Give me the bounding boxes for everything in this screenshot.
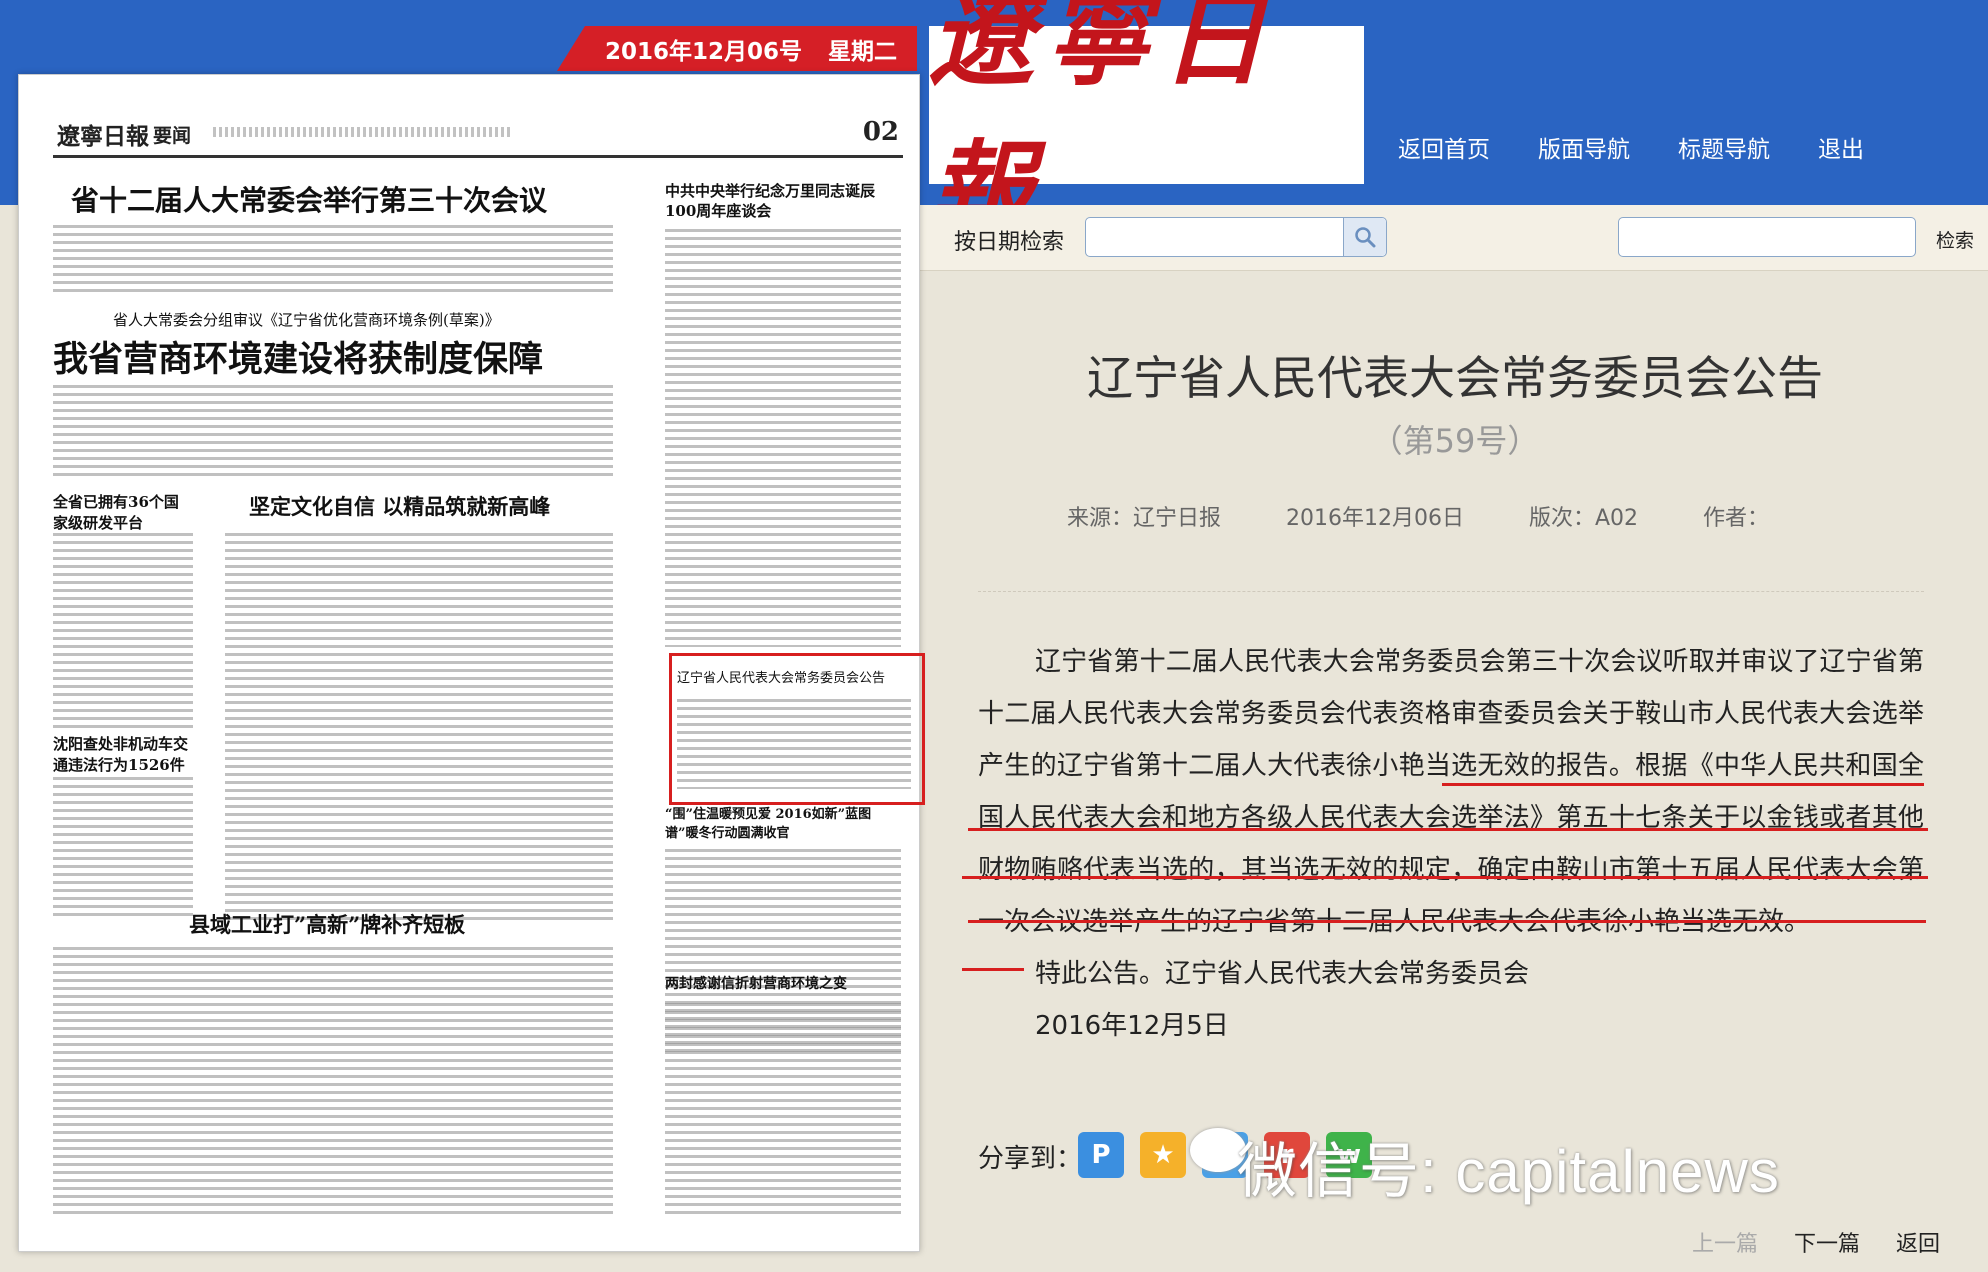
headline-county-industry[interactable]: 县域工业打”高新”牌补齐短板 [189,909,465,939]
annotation-underline [1442,783,1924,786]
annotation-underline [968,828,1928,831]
masthead-fineprint [213,127,513,137]
date-search-input[interactable] [1094,218,1338,254]
headline-warm-winter[interactable]: “围”住温暖预见爱 2016如新”蓝图谱”暖冬行动圆满收官 [665,805,901,843]
nav-layout[interactable]: 版面导航 [1538,130,1630,164]
nav-exit[interactable]: 退出 [1818,130,1864,164]
page-masthead: 遼寧日報 要闻 02 [53,113,903,158]
search-bar: 按日期检索 检索 [920,205,1988,271]
text-block [53,777,193,921]
newspaper-page: 遼寧日報 要闻 02 省十二届人大常委会举行第三十次会议 省人大常委会分组审议《… [53,113,925,1233]
article-title: 辽宁省人民代表大会常务委员会公告 [1087,351,1823,405]
article-paragraph: 特此公告。辽宁省人民代表大会常务委员会 [1035,959,1530,989]
newspaper-logo[interactable]: 遼寧日報 [929,0,1364,251]
share-weibo-icon[interactable]: P [1078,1132,1124,1178]
date-search-label: 按日期检索 [954,230,1065,255]
back-link[interactable]: 返回 [1896,1226,1940,1258]
text-block [53,947,613,1215]
top-nav: 返回首页 版面导航 标题导航 退出 [1398,130,1864,164]
meta-date: 2016年12月06日 [1286,506,1464,531]
text-block [53,225,613,295]
text-block [665,1003,901,1215]
text-block [665,229,901,647]
headline-wanli[interactable]: 中共中央举行纪念万里同志诞辰100周年座谈会 [665,181,901,221]
keyword-search-input[interactable] [1627,218,1911,254]
article-panel: 辽宁省人民代表大会常务委员会公告 （第59号） 来源：辽宁日报 2016年12月… [922,270,1988,1272]
newspaper-page-thumbnail[interactable]: 遼寧日報 要闻 02 省十二届人大常委会举行第三十次会议 省人大常委会分组审议《… [18,74,925,1252]
next-article[interactable]: 下一篇 [1794,1226,1860,1258]
divider [978,591,1924,592]
text-block [677,699,911,789]
headline-culture[interactable]: 坚定文化自信 以精品筑就新高峰 [249,491,550,521]
meta-edition: 版次：A02 [1529,506,1639,531]
article-body: 辽宁省第十二届人民代表大会常务委员会第三十次会议听取并审议了辽宁省第十二届人民代… [978,636,1924,1052]
masthead-section: 要闻 [153,125,192,147]
headline-thanks-letters[interactable]: 两封感谢信折射营商环境之变 [665,973,847,993]
masthead-logo: 遼寧日報 [57,123,149,150]
watermark: 微信号: capitalnews [1237,1138,1780,1205]
article-meta: 来源：辽宁日报 2016年12月06日 版次：A02 作者： [1067,500,1834,532]
text-block [53,385,613,477]
text-block [53,533,193,733]
page-number: 02 [862,117,899,147]
meta-author: 作者： [1703,506,1770,531]
share-qzone-icon[interactable]: ★ [1140,1132,1186,1178]
issue-date: 2016年12月06号 [604,38,803,65]
headline-rd-platforms[interactable]: 全省已拥有36个国家级研发平台 [53,491,183,533]
prev-article[interactable]: 上一篇 [1692,1226,1758,1258]
article-subtitle: （第59号） [1370,422,1540,460]
date-search-box [1085,217,1387,257]
annotation-underline [962,968,1024,971]
headline-meeting[interactable]: 省十二届人大常委会举行第三十次会议 [71,179,547,219]
keyword-search-box [1618,217,1916,257]
annotation-underline [968,920,1926,923]
issue-weekday: 星期二 [828,38,898,65]
article-paragraph: 2016年12月5日 [1035,1011,1229,1041]
headline-business-env[interactable]: 我省营商环境建设将获制度保障 [53,331,543,382]
meta-source: 来源：辽宁日报 [1067,506,1222,531]
headline-kicker: 省人大常委会分组审议《辽宁省优化营商环境条例(草案)》 [113,311,500,329]
share-label: 分享到： [978,1144,1083,1174]
article-paragraph: 辽宁省第十二届人民代表大会常务委员会第三十次会议听取并审议了辽宁省第十二届人民代… [978,647,1924,937]
headline-announcement[interactable]: 辽宁省人民代表大会常务委员会公告 [677,667,885,686]
headline-traffic[interactable]: 沈阳查处非机动车交通违法行为1526件 [53,733,193,775]
nav-titles[interactable]: 标题导航 [1678,130,1770,164]
nav-home[interactable]: 返回首页 [1398,130,1490,164]
date-badge: 2016年12月06号 星期二 [557,26,917,71]
annotation-underline [962,876,1928,879]
search-icon[interactable] [1343,218,1386,256]
text-block [225,533,613,921]
pager: 上一篇 下一篇 返回 [1692,1226,1940,1258]
keyword-search-button[interactable]: 检索 [1936,226,1974,253]
